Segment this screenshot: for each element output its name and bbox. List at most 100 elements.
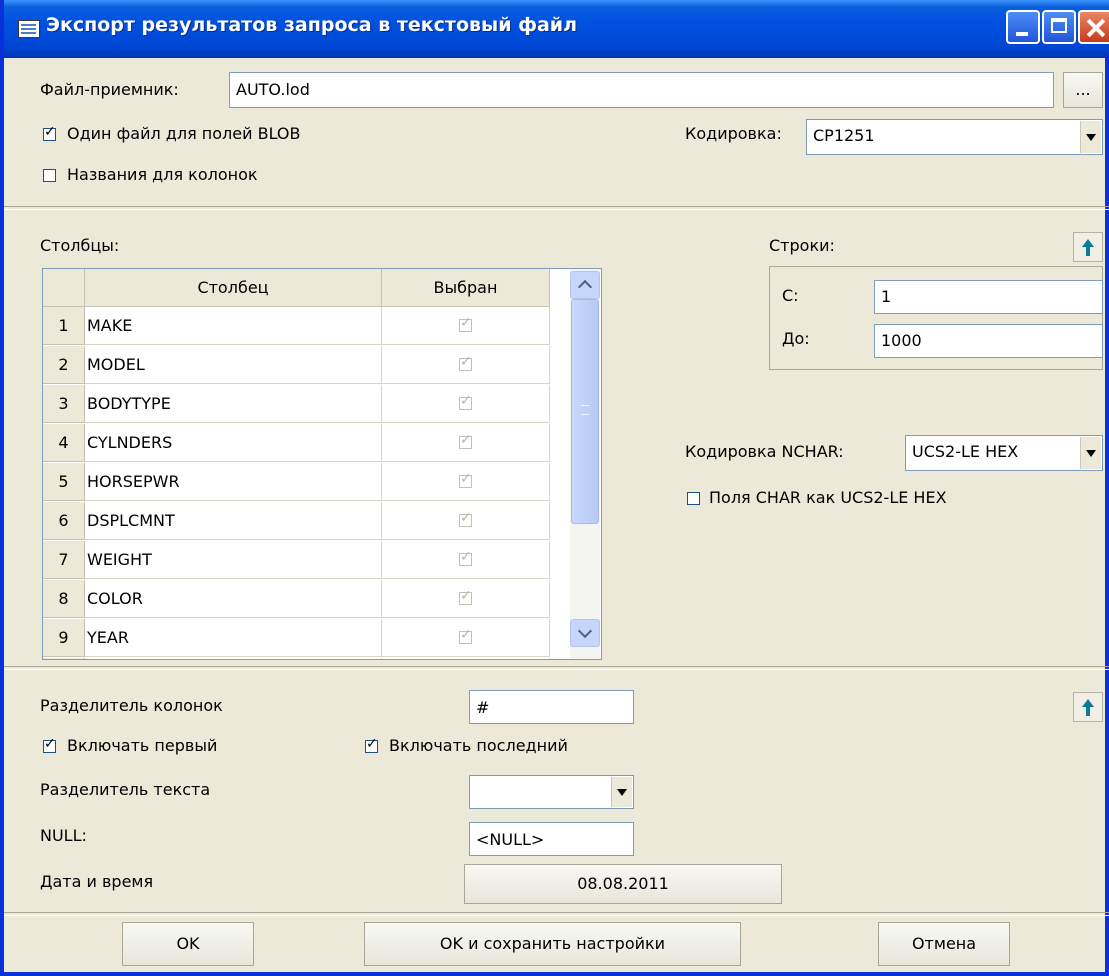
column-header-selected[interactable]: Выбран — [382, 269, 550, 307]
char-ucs2-checkbox[interactable] — [687, 492, 700, 505]
selected-checkbox[interactable] — [459, 510, 472, 527]
selected-checkbox[interactable] — [459, 627, 472, 644]
one-file-blob-label: Один файл для полей BLOB — [67, 124, 301, 143]
from-label: С: — [782, 286, 799, 305]
table-row[interactable]: 1 MAKE — [43, 307, 570, 346]
column-name-cell[interactable]: WEIGHT — [85, 541, 382, 579]
encoding-value: CP1251 — [813, 126, 875, 145]
selected-cell[interactable] — [382, 619, 550, 657]
divider — [4, 206, 1109, 210]
include-first-checkbox[interactable] — [43, 736, 56, 753]
to-input[interactable]: 1000 — [874, 324, 1103, 358]
null-input[interactable]: <NULL> — [469, 822, 634, 856]
column-names-checkbox[interactable] — [43, 169, 56, 182]
selected-checkbox[interactable] — [459, 315, 472, 332]
dropdown-arrow-icon[interactable] — [611, 777, 632, 807]
nchar-value: UCS2-LE HEX — [912, 442, 1019, 461]
grid-corner — [43, 269, 85, 307]
selected-cell[interactable] — [382, 385, 550, 423]
datetime-button[interactable]: 08.08.2011 — [464, 864, 782, 904]
rows-label: Строки: — [769, 236, 835, 255]
selected-cell[interactable] — [382, 541, 550, 579]
table-row[interactable]: 4 CYLNDERS — [43, 424, 570, 463]
encoding-label: Кодировка: — [685, 124, 782, 143]
table-row[interactable]: 6 DSPLCMNT — [43, 502, 570, 541]
include-last-label: Включать последний — [389, 736, 568, 755]
table-row[interactable]: 5 HORSEPWR — [43, 463, 570, 502]
row-number[interactable]: 4 — [43, 424, 85, 462]
table-row[interactable]: 9 YEAR — [43, 619, 570, 658]
columns-grid[interactable]: Столбец Выбран 1MAKE2MODEL3BODYTYPE4CYLN… — [42, 268, 602, 660]
table-row[interactable]: 3 BODYTYPE — [43, 385, 570, 424]
close-button[interactable] — [1078, 10, 1109, 44]
columns-label: Столбцы: — [40, 236, 120, 255]
scroll-up-button[interactable] — [570, 271, 600, 299]
table-row[interactable]: 10SERIALNO — [43, 658, 570, 659]
ok-save-button[interactable]: OK и сохранить настройки — [364, 922, 741, 966]
table-row[interactable]: 2 MODEL — [43, 346, 570, 385]
target-file-input[interactable]: AUTO.lod — [229, 72, 1054, 108]
char-ucs2-label: Поля CHAR как UCS2-LE HEX — [709, 488, 947, 507]
column-name-cell[interactable]: MAKE — [85, 307, 382, 345]
table-row[interactable]: 7 WEIGHT — [43, 541, 570, 580]
scroll-down-button[interactable] — [570, 619, 600, 647]
from-input[interactable]: 1 — [874, 280, 1103, 314]
dropdown-arrow-icon[interactable] — [1080, 121, 1101, 153]
nchar-select[interactable]: UCS2-LE HEX — [905, 435, 1103, 471]
column-name-cell[interactable]: YEAR — [85, 619, 382, 657]
browse-button[interactable]: ... — [1063, 72, 1103, 108]
selected-cell[interactable] — [382, 307, 550, 345]
selected-cell[interactable] — [382, 346, 550, 384]
row-number[interactable]: 7 — [43, 541, 85, 579]
row-number[interactable]: 6 — [43, 502, 85, 540]
selected-cell[interactable] — [382, 580, 550, 618]
column-name-cell[interactable]: MODEL — [85, 346, 382, 384]
selected-checkbox[interactable] — [459, 432, 472, 449]
encoding-select[interactable]: CP1251 — [806, 119, 1103, 155]
cancel-button[interactable]: Отмена — [878, 922, 1010, 966]
col-sep-label: Разделитель колонок — [40, 696, 223, 715]
row-number[interactable]: 5 — [43, 463, 85, 501]
collapse-up-icon[interactable] — [1073, 232, 1103, 262]
ok-button[interactable]: OK — [122, 922, 254, 966]
scroll-thumb[interactable] — [571, 299, 599, 524]
row-number[interactable]: 10 — [43, 658, 85, 659]
selected-cell[interactable] — [382, 463, 550, 501]
title-bar[interactable]: Экспорт результатов запроса в текстовый … — [4, 0, 1109, 58]
table-row[interactable]: 8 COLOR — [43, 580, 570, 619]
dropdown-arrow-icon[interactable] — [1080, 437, 1101, 469]
minimize-button[interactable] — [1006, 10, 1040, 44]
text-sep-select[interactable] — [469, 775, 634, 809]
text-sep-label: Разделитель текста — [40, 780, 211, 799]
selected-checkbox[interactable] — [459, 588, 472, 605]
column-header-name[interactable]: Столбец — [85, 269, 382, 307]
row-number[interactable]: 9 — [43, 619, 85, 657]
maximize-button[interactable] — [1042, 10, 1076, 44]
collapse-up-icon[interactable] — [1073, 692, 1103, 722]
selected-checkbox[interactable] — [459, 354, 472, 371]
column-name-cell[interactable]: BODYTYPE — [85, 385, 382, 423]
table-icon — [18, 20, 40, 38]
row-number[interactable]: 8 — [43, 580, 85, 618]
row-number[interactable]: 2 — [43, 346, 85, 384]
row-number[interactable]: 1 — [43, 307, 85, 345]
selected-cell[interactable] — [382, 424, 550, 462]
selected-cell[interactable] — [382, 502, 550, 540]
row-number[interactable]: 3 — [43, 385, 85, 423]
column-name-cell[interactable]: COLOR — [85, 580, 382, 618]
column-name-cell[interactable]: DSPLCMNT — [85, 502, 382, 540]
selected-checkbox[interactable] — [459, 471, 472, 488]
selected-checkbox[interactable] — [459, 393, 472, 410]
selected-checkbox[interactable] — [459, 549, 472, 566]
one-file-blob-checkbox[interactable] — [43, 124, 56, 141]
column-name-cell[interactable]: CYLNDERS — [85, 424, 382, 462]
vertical-scrollbar[interactable] — [570, 269, 600, 659]
divider — [4, 912, 1109, 916]
selected-cell[interactable] — [382, 658, 550, 659]
column-name-cell[interactable]: SERIALNO — [85, 658, 382, 659]
column-names-label: Названия для колонок — [67, 165, 258, 184]
include-last-checkbox[interactable] — [365, 736, 378, 753]
column-name-cell[interactable]: HORSEPWR — [85, 463, 382, 501]
col-sep-input[interactable]: # — [469, 690, 634, 724]
nchar-label: Кодировка NCHAR: — [685, 442, 844, 461]
